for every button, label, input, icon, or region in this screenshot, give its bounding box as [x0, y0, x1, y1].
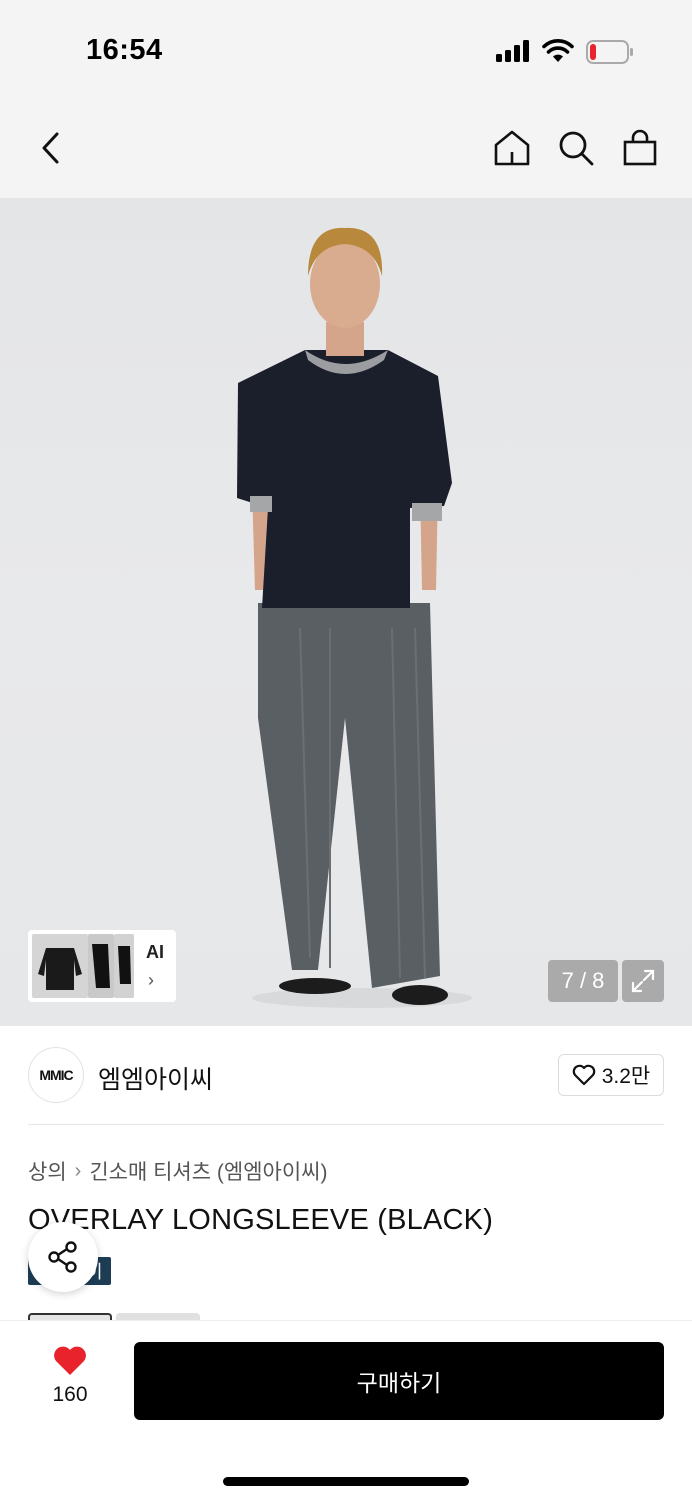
search-icon [559, 131, 594, 166]
chevron-right-icon: › [74, 1159, 82, 1182]
home-icon [494, 130, 530, 166]
ai-label: AI [146, 942, 164, 962]
home-indicator [223, 1477, 469, 1486]
wishlist-count: 160 [52, 1383, 88, 1406]
home-button[interactable] [492, 128, 532, 168]
thumbnail [114, 934, 134, 998]
battery-icon [586, 40, 633, 64]
divider [28, 1124, 664, 1125]
wifi-icon [542, 39, 574, 62]
breadcrumb-subcategory[interactable]: 긴소매 티셔츠 (엠엠아이씨) [89, 1156, 327, 1186]
thumbnail [32, 934, 88, 998]
chevron-left-icon [42, 132, 59, 164]
brand-name[interactable]: 엠엠아이씨 [98, 1060, 213, 1096]
image-page-counter: 7 / 8 [548, 960, 618, 1002]
clock: 16:54 [86, 34, 163, 66]
buy-button[interactable]: 구매하기 [134, 1342, 664, 1420]
chevron-right-icon: › [148, 970, 154, 990]
thumbnail [88, 934, 114, 998]
status-bar: 16:54 [0, 0, 692, 100]
navigation-bar [0, 100, 692, 198]
heart-filled-icon [54, 1346, 86, 1375]
breadcrumb: 상의 › 긴소매 티셔츠 (엠엠아이씨) [28, 1156, 328, 1186]
bottom-action-bar: 160 구매하기 [0, 1320, 692, 1500]
ai-similar-items-button[interactable]: AI › [28, 930, 176, 1002]
back-button[interactable] [30, 128, 70, 168]
shopping-bag-icon [623, 129, 657, 166]
brand-logo[interactable]: MMIC [28, 1047, 84, 1103]
product-image[interactable]: AI › 7 / 8 [0, 198, 692, 1026]
share-button[interactable] [28, 1222, 98, 1292]
model-photo [237, 227, 472, 1008]
expand-icon [631, 969, 655, 993]
expand-button[interactable] [622, 960, 664, 1002]
cellular-signal-icon [496, 40, 532, 62]
heart-outline-icon [572, 1064, 596, 1086]
search-button[interactable] [556, 128, 596, 168]
brand-like-button[interactable]: 3.2만 [558, 1054, 664, 1096]
breadcrumb-category[interactable]: 상의 [28, 1156, 67, 1186]
cart-button[interactable] [620, 128, 660, 168]
brand-like-count: 3.2만 [601, 1065, 651, 1088]
wishlist-button[interactable]: 160 [40, 1345, 100, 1415]
share-icon [48, 1241, 77, 1273]
product-title: OVERLAY LONGSLEEVE (BLACK) [28, 1204, 494, 1236]
